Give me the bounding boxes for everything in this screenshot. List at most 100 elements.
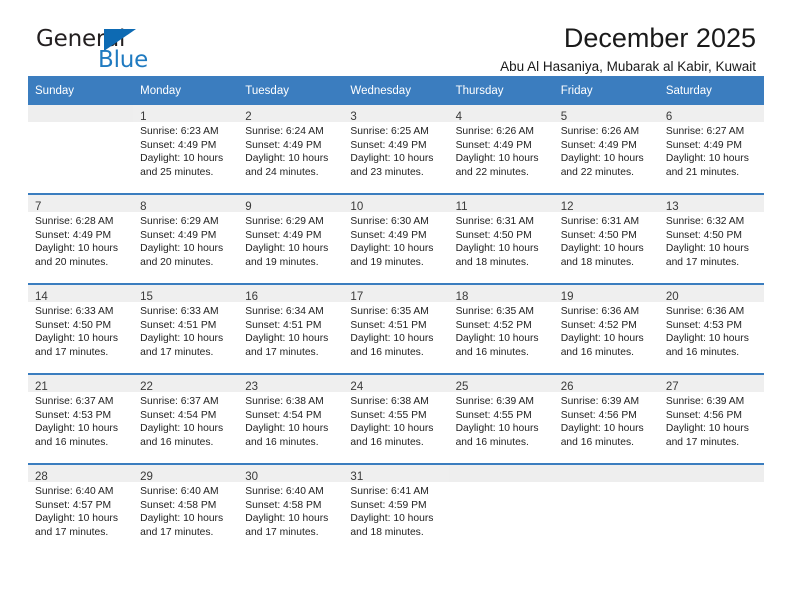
sunrise-text: Sunrise: 6:39 AM (455, 396, 534, 407)
day-number-band: 19 (553, 285, 659, 303)
daylight-text-line1: Daylight: 10 hours (35, 333, 118, 345)
day-number: 8 (140, 201, 147, 213)
day-details: Sunrise: 6:26 AM Sunset: 4:49 PM Daylight:… (554, 122, 659, 179)
calendar-day-cell[interactable]: 29 Sunrise: 6:40 AM Sunset: 4:58 PM Dayligh… (133, 463, 239, 553)
daylight-text-line1: Daylight: 10 hours (560, 153, 644, 165)
day-cell-inner (553, 465, 659, 553)
daylight-text-line1: Daylight: 10 hours (245, 243, 329, 255)
calendar-day-cell[interactable]: 16 Sunrise: 6:34 AM Sunset: 4:51 PM Dayligh… (238, 283, 344, 374)
day-cell-inner: 12 Sunrise: 6:31 AM Sunset: 4:50 PM Dayligh… (553, 195, 659, 283)
day-details: Sunrise: 6:40 AM Sunset: 4:57 PM Daylight:… (28, 482, 133, 539)
day-details: Sunrise: 6:36 AM Sunset: 4:52 PM Daylight:… (554, 302, 659, 359)
calendar-day-cell[interactable]: 27 Sunrise: 6:39 AM Sunset: 4:56 PM Dayligh… (658, 373, 764, 464)
sunrise-text: Sunrise: 6:31 AM (455, 216, 534, 227)
day-details: Sunrise: 6:37 AM Sunset: 4:54 PM Daylight:… (133, 392, 238, 449)
title-block: December 2025 Abu Al Hasaniya, Mubarak a… (500, 22, 756, 77)
day-number: 13 (665, 201, 679, 213)
day-details (554, 482, 659, 485)
calendar-day-cell[interactable]: 30 Sunrise: 6:40 AM Sunset: 4:58 PM Dayligh… (238, 463, 344, 553)
daylight-text-line2: and 18 minutes. (350, 526, 424, 538)
calendar-day-cell[interactable]: 28 Sunrise: 6:40 AM Sunset: 4:57 PM Dayligh… (28, 463, 134, 553)
calendar-day-cell[interactable]: 15 Sunrise: 6:33 AM Sunset: 4:51 PM Dayligh… (133, 283, 239, 374)
calendar-day-cell[interactable]: 1 Sunrise: 6:23 AM Sunset: 4:49 PM Daylight… (133, 105, 239, 194)
logo-general-blue[interactable]: General Blue (36, 26, 236, 76)
sunrise-text: Sunrise: 6:37 AM (35, 396, 114, 407)
day-number-band: 6 (658, 105, 764, 123)
day-number: 1 (140, 111, 147, 123)
daylight-text-line2: and 18 minutes. (560, 256, 634, 268)
calendar-week-row: 28 Sunrise: 6:40 AM Sunset: 4:57 PM Dayligh… (28, 463, 764, 553)
sunset-text: Sunset: 4:54 PM (140, 409, 217, 421)
sunset-text: Sunset: 4:55 PM (455, 409, 532, 421)
calendar-day-cell[interactable]: 3 Sunrise: 6:25 AM Sunset: 4:49 PM Daylight… (343, 105, 449, 194)
daylight-text-line1: Daylight: 10 hours (665, 153, 749, 165)
calendar-day-cell[interactable]: 19 Sunrise: 6:36 AM Sunset: 4:52 PM Dayligh… (553, 283, 659, 374)
sunset-text: Sunset: 4:55 PM (350, 409, 427, 421)
daylight-text-line2: and 17 minutes. (140, 526, 214, 538)
day-number: 22 (140, 381, 153, 393)
calendar-day-cell[interactable]: 31 Sunrise: 6:41 AM Sunset: 4:59 PM Dayligh… (343, 463, 449, 553)
day-number-band: 16 (238, 285, 344, 303)
calendar-day-cell[interactable]: 5 Sunrise: 6:26 AM Sunset: 4:49 PM Daylight… (553, 105, 659, 194)
sunset-text: Sunset: 4:51 PM (140, 319, 217, 331)
sunrise-text: Sunrise: 6:39 AM (560, 396, 640, 407)
calendar-day-cell[interactable]: 7 Sunrise: 6:28 AM Sunset: 4:49 PM Daylight… (28, 193, 134, 284)
day-details: Sunrise: 6:29 AM Sunset: 4:49 PM Daylight:… (238, 212, 343, 269)
daylight-text-line2: and 17 minutes. (665, 436, 740, 448)
calendar-day-cell[interactable]: 4 Sunrise: 6:26 AM Sunset: 4:49 PM Daylight… (448, 105, 554, 194)
sunrise-text: Sunrise: 6:40 AM (35, 486, 114, 497)
day-number-band: 15 (133, 285, 239, 303)
day-cell-inner: 20 Sunrise: 6:36 AM Sunset: 4:53 PM Dayligh… (658, 285, 764, 373)
calendar-day-cell[interactable]: 26 Sunrise: 6:39 AM Sunset: 4:56 PM Dayligh… (553, 373, 659, 464)
daylight-text-line2: and 16 minutes. (455, 346, 529, 358)
daylight-text-line1: Daylight: 10 hours (665, 243, 749, 255)
calendar-day-cell[interactable]: 10 Sunrise: 6:30 AM Sunset: 4:49 PM Dayligh… (343, 193, 449, 284)
calendar-day-cell[interactable]: 13 Sunrise: 6:32 AM Sunset: 4:50 PM Dayligh… (658, 193, 764, 284)
calendar-day-cell[interactable]: 12 Sunrise: 6:31 AM Sunset: 4:50 PM Dayligh… (553, 193, 659, 284)
calendar-day-cell[interactable]: 23 Sunrise: 6:38 AM Sunset: 4:54 PM Dayligh… (238, 373, 344, 464)
calendar-day-cell[interactable]: 21 Sunrise: 6:37 AM Sunset: 4:53 PM Dayligh… (28, 373, 134, 464)
sunrise-text: Sunrise: 6:32 AM (665, 216, 745, 227)
calendar-day-cell[interactable]: 9 Sunrise: 6:29 AM Sunset: 4:49 PM Daylight… (238, 193, 344, 284)
day-cell-inner: 8 Sunrise: 6:29 AM Sunset: 4:49 PM Daylight… (133, 195, 239, 283)
calendar-day-cell[interactable]: 14 Sunrise: 6:33 AM Sunset: 4:50 PM Dayligh… (28, 283, 134, 374)
day-cell-inner (28, 105, 134, 193)
daylight-text-line2: and 21 minutes. (665, 166, 740, 178)
sunrise-text: Sunrise: 6:40 AM (140, 486, 219, 497)
day-cell-inner (658, 465, 764, 553)
calendar-day-cell[interactable]: 24 Sunrise: 6:38 AM Sunset: 4:55 PM Dayligh… (343, 373, 449, 464)
day-details: Sunrise: 6:32 AM Sunset: 4:50 PM Daylight:… (659, 212, 764, 269)
day-number-band (28, 105, 134, 122)
sunset-text: Sunset: 4:49 PM (665, 139, 742, 151)
daylight-text-line1: Daylight: 10 hours (245, 153, 329, 165)
daylight-text-line2: and 20 minutes. (140, 256, 214, 268)
calendar-day-cell[interactable]: 18 Sunrise: 6:35 AM Sunset: 4:52 PM Dayligh… (448, 283, 554, 374)
daylight-text-line2: and 16 minutes. (455, 436, 529, 448)
day-number: 26 (560, 381, 574, 393)
day-cell-inner: 1 Sunrise: 6:23 AM Sunset: 4:49 PM Daylight… (133, 105, 239, 193)
day-details (28, 122, 133, 125)
daylight-text-line2: and 22 minutes. (560, 166, 634, 178)
calendar-day-cell[interactable]: 17 Sunrise: 6:35 AM Sunset: 4:51 PM Dayligh… (343, 283, 449, 374)
calendar-day-cell[interactable]: 2 Sunrise: 6:24 AM Sunset: 4:49 PM Daylight… (238, 105, 344, 194)
sunset-text: Sunset: 4:53 PM (665, 319, 742, 331)
day-details: Sunrise: 6:25 AM Sunset: 4:49 PM Daylight:… (343, 122, 448, 179)
sunrise-text: Sunrise: 6:27 AM (665, 126, 745, 137)
sunrise-text: Sunrise: 6:23 AM (140, 126, 219, 137)
daylight-text-line1: Daylight: 10 hours (245, 333, 329, 345)
day-cell-inner: 14 Sunrise: 6:33 AM Sunset: 4:50 PM Dayligh… (28, 285, 134, 373)
calendar-day-cell[interactable]: 6 Sunrise: 6:27 AM Sunset: 4:49 PM Daylight… (658, 105, 764, 194)
calendar-day-cell[interactable]: 22 Sunrise: 6:37 AM Sunset: 4:54 PM Dayligh… (133, 373, 239, 464)
calendar-day-cell[interactable]: 25 Sunrise: 6:39 AM Sunset: 4:55 PM Dayligh… (448, 373, 554, 464)
calendar-week-row: 7 Sunrise: 6:28 AM Sunset: 4:49 PM Daylight… (28, 193, 764, 284)
calendar-day-cell[interactable]: 20 Sunrise: 6:36 AM Sunset: 4:53 PM Dayligh… (658, 283, 764, 374)
day-details: Sunrise: 6:39 AM Sunset: 4:56 PM Daylight:… (554, 392, 659, 449)
calendar-body: 1 Sunrise: 6:23 AM Sunset: 4:49 PM Daylight… (28, 105, 764, 553)
calendar-day-cell[interactable]: 8 Sunrise: 6:29 AM Sunset: 4:49 PM Daylight… (133, 193, 239, 284)
daylight-text-line2: and 18 minutes. (455, 256, 529, 268)
daylight-text-line1: Daylight: 10 hours (140, 423, 224, 435)
day-details: Sunrise: 6:40 AM Sunset: 4:58 PM Daylight:… (133, 482, 238, 539)
daylight-text-line1: Daylight: 10 hours (455, 153, 539, 165)
calendar-day-cell[interactable]: 11 Sunrise: 6:31 AM Sunset: 4:50 PM Dayligh… (448, 193, 554, 284)
sunset-text: Sunset: 4:51 PM (350, 319, 427, 331)
